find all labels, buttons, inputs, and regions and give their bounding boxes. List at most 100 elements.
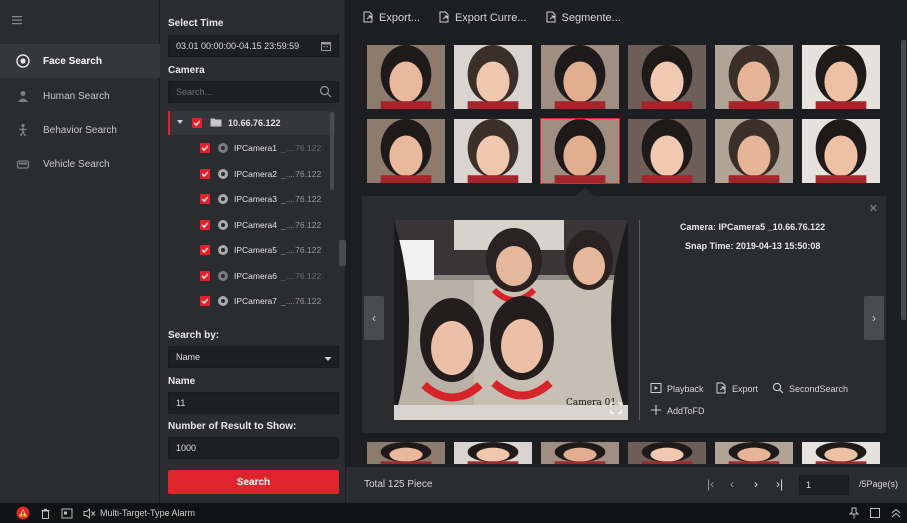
search-button[interactable]: Search	[168, 470, 339, 494]
alarm-window-icon[interactable]	[61, 508, 73, 519]
camera-tree-item[interactable]: IPCamera7 _....76.122	[168, 289, 335, 313]
camera-ip: _....76.122	[281, 219, 322, 230]
window-icon[interactable]	[869, 507, 881, 519]
face-thumbnail[interactable]	[714, 44, 794, 110]
previous-page-icon[interactable]: ‹	[730, 477, 734, 491]
camera-tree-item[interactable]: IPCamera4 _....76.122	[168, 213, 335, 237]
face-thumbnail[interactable]	[627, 44, 707, 110]
face-thumbnail[interactable]	[366, 441, 446, 465]
alarm-type-label: Multi-Target-Type Alarm	[100, 508, 196, 518]
delete-icon[interactable]	[40, 508, 51, 519]
face-thumbnail[interactable]	[540, 441, 620, 465]
camera-checkbox[interactable]	[200, 143, 210, 153]
camera-search-input[interactable]: Search...	[168, 81, 339, 103]
last-page-icon[interactable]: ›|	[776, 477, 783, 491]
folder-icon	[210, 117, 222, 129]
face-thumbnail[interactable]	[366, 44, 446, 110]
camera-info-value: IPCamera5 _10.66.76.122	[718, 222, 826, 232]
search-by-label: Search by:	[168, 330, 220, 341]
left-navigation: Face Search Human Search Behavior Search…	[0, 0, 160, 503]
menu-icon[interactable]	[10, 13, 24, 27]
name-label: Name	[168, 376, 196, 387]
nav-item-human-search[interactable]: Human Search	[0, 79, 160, 113]
second-search-button[interactable]: SecondSearch	[772, 382, 848, 396]
device-tree-node[interactable]: 10.66.76.122	[168, 111, 335, 135]
result-count-input[interactable]: 1000	[168, 437, 339, 459]
total-count: Total 125 Piece	[364, 479, 433, 490]
camera-tree-item[interactable]: IPCamera6 _....76.122	[168, 264, 335, 288]
fullscreen-icon[interactable]	[610, 402, 622, 417]
camera-icon	[218, 219, 228, 230]
results-area: Export... Export Curre... Segmente... ✕ …	[346, 0, 907, 503]
camera-checkbox[interactable]	[200, 270, 210, 281]
face-thumbnail[interactable]	[801, 441, 881, 465]
panel-collapse-handle[interactable]	[339, 240, 346, 266]
name-input-value: 11	[176, 398, 186, 408]
playback-button[interactable]: Playback	[650, 382, 704, 396]
face-thumbnail[interactable]	[540, 44, 620, 110]
face-thumbnail[interactable]	[714, 441, 794, 465]
name-input[interactable]: 11	[168, 392, 339, 414]
time-range-field[interactable]: 03.01 00:00:00-04.15 23:59:59	[168, 35, 339, 57]
nav-item-vehicle-search[interactable]: Vehicle Search	[0, 147, 160, 181]
camera-info-label: Camera:	[680, 222, 717, 232]
pin-icon[interactable]	[848, 507, 860, 519]
expand-up-icon[interactable]	[890, 507, 902, 519]
camera-tree-item[interactable]: IPCamera1 _....76.122	[168, 136, 335, 160]
nav-item-label: Vehicle Search	[43, 158, 110, 170]
export-button[interactable]: Export...	[362, 11, 420, 26]
results-scrollbar[interactable]	[901, 40, 906, 320]
snap-time-info: Snap Time: 2019-04-13 15:50:08	[685, 241, 820, 251]
camera-checkbox[interactable]	[200, 194, 210, 204]
mute-icon[interactable]	[83, 507, 96, 519]
face-thumbnail[interactable]	[366, 118, 446, 184]
chevron-down-icon[interactable]	[324, 354, 332, 364]
page-number-input[interactable]: 1	[799, 475, 849, 495]
detail-export-button[interactable]: Export	[715, 382, 758, 396]
time-range-value: 03.01 00:00:00-04.15 23:59:59	[176, 41, 300, 51]
camera-checkbox[interactable]	[200, 296, 210, 306]
nav-item-behavior-search[interactable]: Behavior Search	[0, 113, 160, 147]
export-current-button[interactable]: Export Curre...	[438, 11, 527, 26]
add-to-fd-button[interactable]: AddToFD	[650, 404, 705, 418]
nav-item-face-search[interactable]: Face Search	[0, 44, 160, 78]
next-page-icon[interactable]: ›	[754, 477, 758, 491]
export-segmented-label: Segmente...	[561, 12, 621, 24]
camera-checkbox[interactable]	[200, 245, 210, 255]
camera-tree-item[interactable]: IPCamera2 _....76.122	[168, 162, 335, 186]
face-thumbnail[interactable]	[453, 118, 533, 184]
camera-checkbox[interactable]	[200, 168, 210, 179]
current-page: 1	[806, 480, 812, 490]
second-search-label: SecondSearch	[789, 384, 849, 394]
face-thumbnail[interactable]	[801, 118, 881, 184]
face-thumbnail[interactable]	[801, 44, 881, 110]
camera-icon	[218, 168, 228, 179]
export-icon	[362, 11, 374, 26]
face-thumbnail[interactable]	[453, 441, 533, 465]
face-thumbnail[interactable]	[714, 118, 794, 184]
close-icon[interactable]: ✕	[869, 202, 878, 215]
previous-arrow-button[interactable]: ‹	[364, 296, 384, 340]
snap-time-value: 2019-04-13 15:50:08	[735, 241, 821, 251]
playback-label: Playback	[667, 384, 704, 394]
camera-list-scrollbar[interactable]	[330, 112, 334, 190]
camera-tree-item[interactable]: IPCamera3 _....76.122	[168, 187, 335, 211]
results-toolbar: Export... Export Curre... Segmente...	[346, 0, 907, 36]
nav-item-label: Face Search	[43, 55, 102, 67]
device-checkbox[interactable]	[192, 118, 202, 128]
detail-export-label: Export	[732, 384, 759, 394]
camera-tree-item[interactable]: IPCamera5 _....76.122	[168, 238, 335, 262]
alarm-warning-icon[interactable]	[16, 506, 30, 520]
face-thumbnail[interactable]	[627, 118, 707, 184]
face-thumbnail[interactable]	[627, 441, 707, 465]
face-thumbnail[interactable]	[540, 118, 620, 184]
camera-checkbox[interactable]	[200, 219, 210, 230]
first-page-icon[interactable]: |‹	[707, 477, 714, 491]
calendar-icon[interactable]	[320, 40, 332, 54]
next-arrow-button[interactable]: ›	[864, 296, 884, 340]
face-thumbnail[interactable]	[453, 44, 533, 110]
export-segmented-button[interactable]: Segmente...	[545, 11, 621, 26]
search-by-select[interactable]: Name	[168, 346, 339, 368]
search-icon[interactable]	[319, 85, 332, 100]
collapse-arrow-icon[interactable]	[176, 118, 184, 128]
